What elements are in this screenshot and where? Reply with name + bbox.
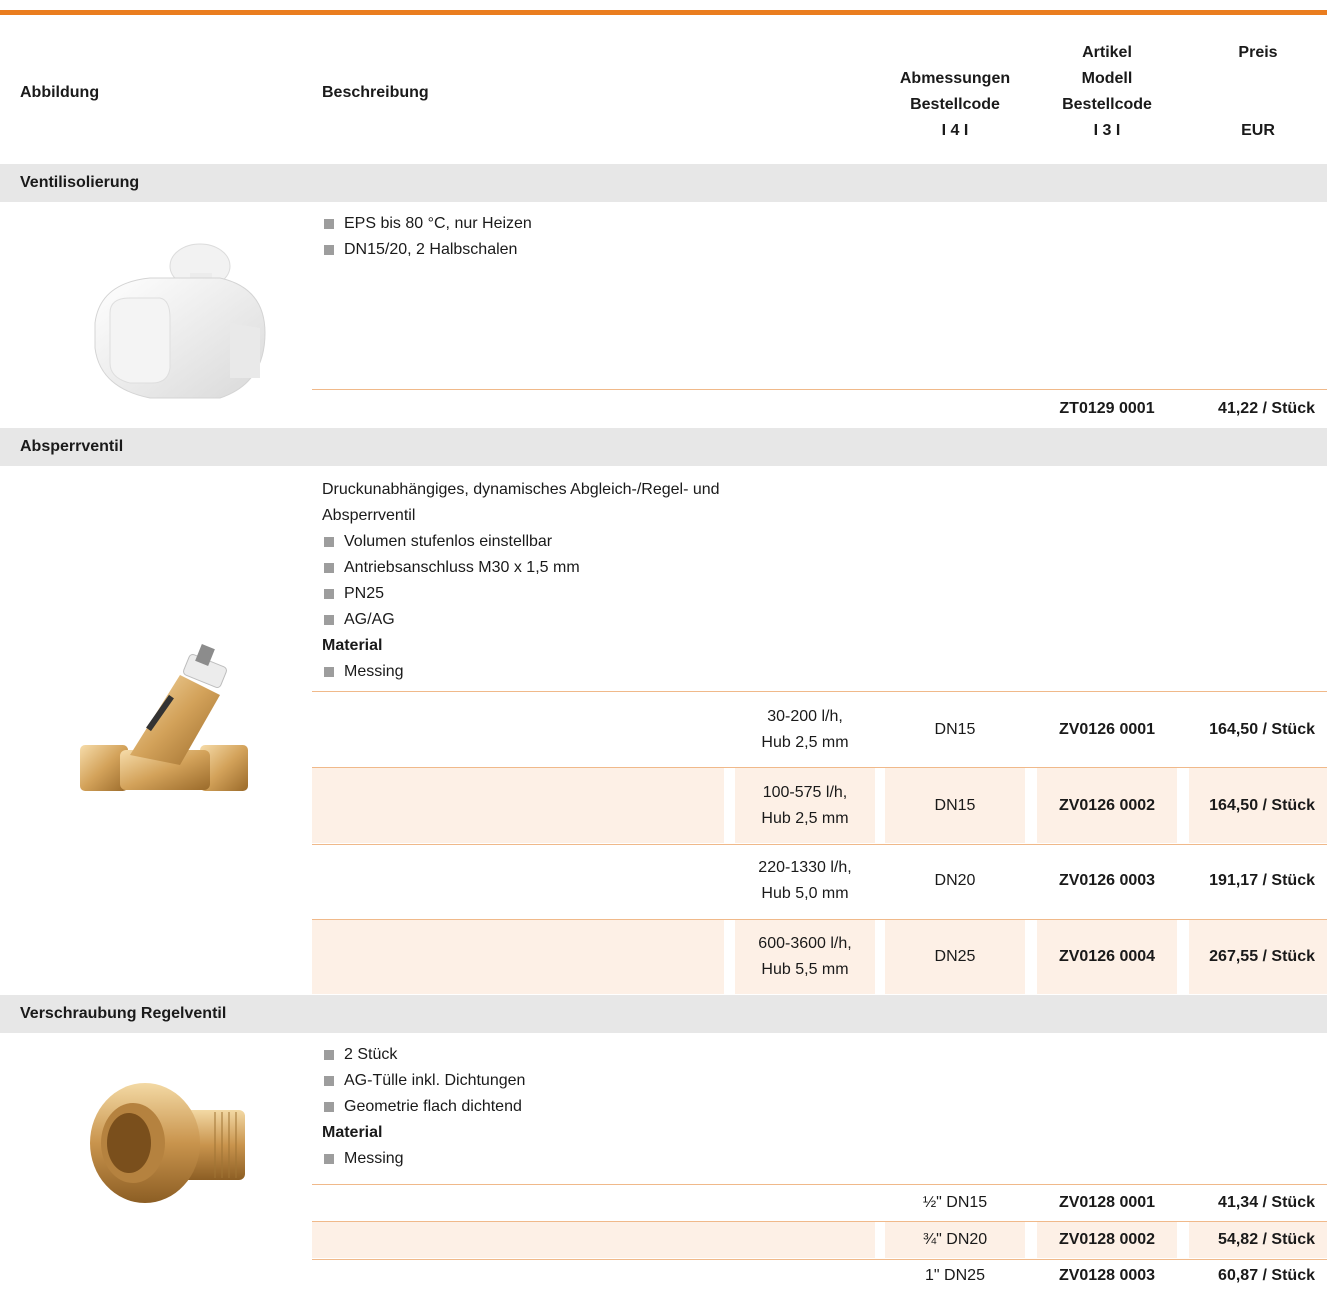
verschraubung-image <box>85 1068 255 1228</box>
absperrventil-description: Druckunabhängiges, dynamisches Abgleich-… <box>322 477 720 685</box>
dimension: DN25 <box>885 920 1025 994</box>
flow-spec: 30-200 l/h, Hub 2,5 mm <box>735 704 875 756</box>
article-number: ZT0129 0001 <box>1059 400 1155 417</box>
header-beschreibung: Beschreibung <box>322 84 429 101</box>
top-accent-bar <box>0 10 1327 15</box>
header-preis: Preis <box>1238 44 1278 61</box>
row-divider <box>312 389 1327 390</box>
ventilisolierung-image <box>70 228 290 428</box>
dimension: DN15 <box>934 721 976 738</box>
ventilisolierung-bullet-1: EPS bis 80 °C, nur Heizen <box>322 211 532 237</box>
section-header-verschraubung-regelventil: Verschraubung Regelventil <box>0 995 1327 1033</box>
header-artikel: Artikel Modell Bestellcode I 3 I <box>1037 40 1177 144</box>
verschraubung-material-label: Material <box>322 1124 383 1141</box>
article-number: ZV0126 0001 <box>1058 721 1156 738</box>
verschraubung-description: 2 Stück AG-Tülle inkl. Dichtungen Geomet… <box>322 1042 525 1172</box>
verschraubung-bullet-2: AG-Tülle inkl. Dichtungen <box>322 1068 525 1094</box>
row-divider <box>312 691 1327 692</box>
flow-spec: 600-3600 l/h, Hub 5,5 mm <box>735 920 875 994</box>
verschraubung-material: Messing <box>322 1146 525 1172</box>
row-divider <box>312 844 1327 845</box>
price: 164,50 / Stück <box>1189 768 1327 843</box>
header-artikel-bestellcode: Bestellcode <box>1062 96 1152 113</box>
header-abmessungen-bestellcode: Bestellcode <box>910 96 1000 113</box>
dimension: ¾" DN20 <box>885 1222 1025 1258</box>
article-number: ZV0128 0003 <box>1058 1267 1156 1284</box>
header-artikel-label: Artikel <box>1082 44 1132 61</box>
flow-spec: 100-575 l/h, Hub 2,5 mm <box>735 768 875 843</box>
dimension: 1" DN25 <box>925 1267 985 1284</box>
section-header-ventilisolierung: Ventilisolierung <box>0 164 1327 202</box>
article-number: ZV0126 0002 <box>1037 768 1177 843</box>
stroke: Hub 5,0 mm <box>761 885 849 902</box>
absperrventil-bullet-4: AG/AG <box>322 607 720 633</box>
section-header-absperrventil: Absperrventil <box>0 428 1327 466</box>
row-divider <box>312 1259 1327 1260</box>
row-shade <box>312 920 724 994</box>
dimension: ½" DN15 <box>922 1194 988 1211</box>
stroke: Hub 2,5 mm <box>761 809 849 827</box>
absperrventil-material: Messing <box>322 659 720 685</box>
flow-range: 220-1330 l/h, <box>758 859 852 876</box>
price: 41,22 / Stück <box>1218 400 1315 417</box>
header-abmessungen-code: I 4 I <box>941 122 969 139</box>
article-number: ZV0126 0003 <box>1058 872 1156 889</box>
verschraubung-bullet-3: Geometrie flach dichtend <box>322 1094 525 1120</box>
article-number: ZV0126 0004 <box>1037 920 1177 994</box>
header-abbildung: Abbildung <box>20 84 100 101</box>
absperrventil-image <box>70 640 270 820</box>
price: 267,55 / Stück <box>1189 920 1327 994</box>
article-number: ZV0128 0001 <box>1058 1194 1156 1211</box>
flow-range: 30-200 l/h, <box>767 708 843 725</box>
header-eur: EUR <box>1241 122 1275 139</box>
price: 164,50 / Stück <box>1209 721 1315 738</box>
absperrventil-bullet-2: Antriebsanschluss M30 x 1,5 mm <box>322 555 720 581</box>
price: 60,87 / Stück <box>1218 1267 1315 1284</box>
header-abmessungen: Abmessungen Bestellcode I 4 I <box>885 66 1025 144</box>
flow-spec: 220-1330 l/h, Hub 5,0 mm <box>735 855 875 907</box>
absperrventil-bullet-3: PN25 <box>322 581 720 607</box>
header-abmessungen-label: Abmessungen <box>899 70 1011 87</box>
flow-range: 100-575 l/h, <box>762 783 848 801</box>
header-artikel-code: I 3 I <box>1093 122 1121 139</box>
row-shade <box>312 1222 875 1258</box>
price: 54,82 / Stück <box>1189 1222 1327 1258</box>
row-shade <box>312 768 724 843</box>
dimension: DN20 <box>934 872 976 889</box>
row-divider <box>312 1184 1327 1185</box>
header-modell-label: Modell <box>1081 70 1133 87</box>
absperrventil-intro-line-1: Druckunabhängiges, dynamisches Abgleich-… <box>322 481 720 498</box>
article-number: ZV0128 0002 <box>1037 1222 1177 1258</box>
ventilisolierung-bullet-2: DN15/20, 2 Halbschalen <box>322 237 532 263</box>
dimension: DN15 <box>885 768 1025 843</box>
stroke: Hub 2,5 mm <box>761 734 849 751</box>
stroke: Hub 5,5 mm <box>761 961 849 978</box>
price: 191,17 / Stück <box>1209 872 1315 889</box>
flow-range: 600-3600 l/h, <box>758 935 852 952</box>
absperrventil-bullet-1: Volumen stufenlos einstellbar <box>322 529 720 555</box>
price: 41,34 / Stück <box>1218 1194 1315 1211</box>
absperrventil-intro-line-2: Absperrventil <box>322 507 416 524</box>
verschraubung-bullet-1: 2 Stück <box>322 1042 525 1068</box>
ventilisolierung-description: EPS bis 80 °C, nur Heizen DN15/20, 2 Hal… <box>322 211 532 263</box>
absperrventil-material-label: Material <box>322 637 383 654</box>
